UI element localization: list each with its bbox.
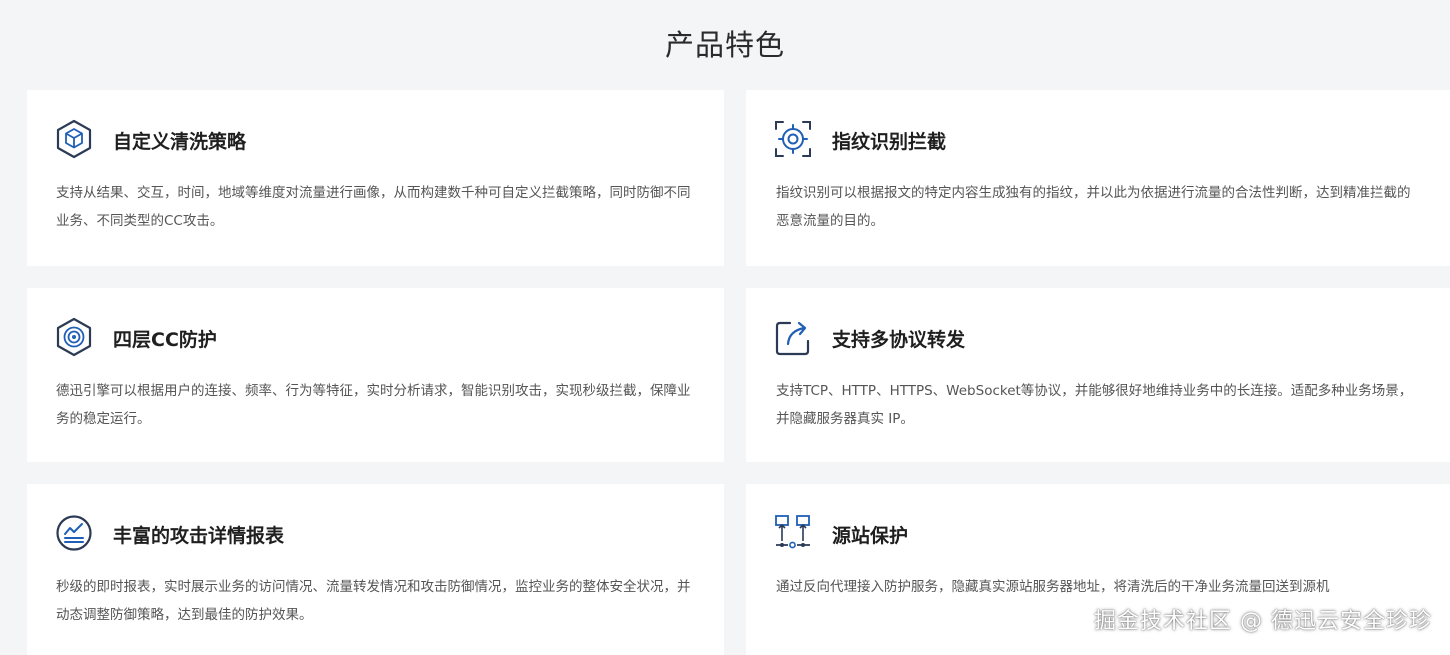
shield-target-icon: [55, 317, 93, 357]
cube-icon: [55, 119, 93, 159]
feature-description: 德迅引擎可以根据用户的连接、频率、行为等特征，实时分析请求，智能识别攻击，实现秒…: [56, 383, 691, 427]
feature-description: 指纹识别可以根据报文的特定内容生成独有的指纹，并以此为依据进行流量的合法性判断，…: [776, 185, 1411, 229]
feature-card-layer4-cc-protection: 四层CC防护 德迅引擎可以根据用户的连接、频率、行为等特征，实时分析请求，智能识…: [27, 288, 724, 462]
feature-description: 支持TCP、HTTP、HTTPS、WebSocket等协议，并能够很好地维持业务…: [776, 383, 1413, 427]
feature-description: 秒级的即时报表，实时展示业务的访问情况、流量转发情况和攻击防御情况，监控业务的整…: [56, 579, 691, 623]
share-arrow-icon: [774, 317, 812, 357]
crosshair-icon: [774, 119, 812, 159]
report-chart-icon: [55, 513, 93, 553]
feature-title: 源站保护: [832, 525, 909, 547]
feature-description: 支持从结果、交互，时间，地域等维度对流量进行画像，从而构建数千种可自定义拦截策略…: [56, 185, 691, 229]
feature-title: 支持多协议转发: [832, 329, 966, 351]
feature-title: 指纹识别拦截: [832, 131, 947, 153]
feature-title: 四层CC防护: [113, 329, 217, 351]
watermark: 掘金技术社区 @ 德迅云安全珍珍: [1094, 609, 1432, 634]
feature-description: 通过反向代理接入防护服务，隐藏真实源站服务器地址，将清洗后的干净业务流量回送到源…: [776, 579, 1330, 595]
section-title: 产品特色: [664, 28, 785, 62]
feature-card-multi-protocol-forwarding: 支持多协议转发 支持TCP、HTTP、HTTPS、WebSocket等协议，并能…: [746, 288, 1450, 462]
feature-card-fingerprint-blocking: 指纹识别拦截 指纹识别可以根据报文的特定内容生成独有的指纹，并以此为依据进行流量…: [746, 90, 1450, 266]
feature-card-attack-report: 丰富的攻击详情报表 秒级的即时报表，实时展示业务的访问情况、流量转发情况和攻击防…: [27, 484, 724, 655]
server-link-icon: [774, 513, 812, 553]
feature-title: 丰富的攻击详情报表: [113, 525, 285, 547]
feature-title: 自定义清洗策略: [113, 131, 247, 153]
feature-card-custom-cleaning-policy: 自定义清洗策略 支持从结果、交互，时间，地域等维度对流量进行画像，从而构建数千种…: [27, 90, 724, 266]
